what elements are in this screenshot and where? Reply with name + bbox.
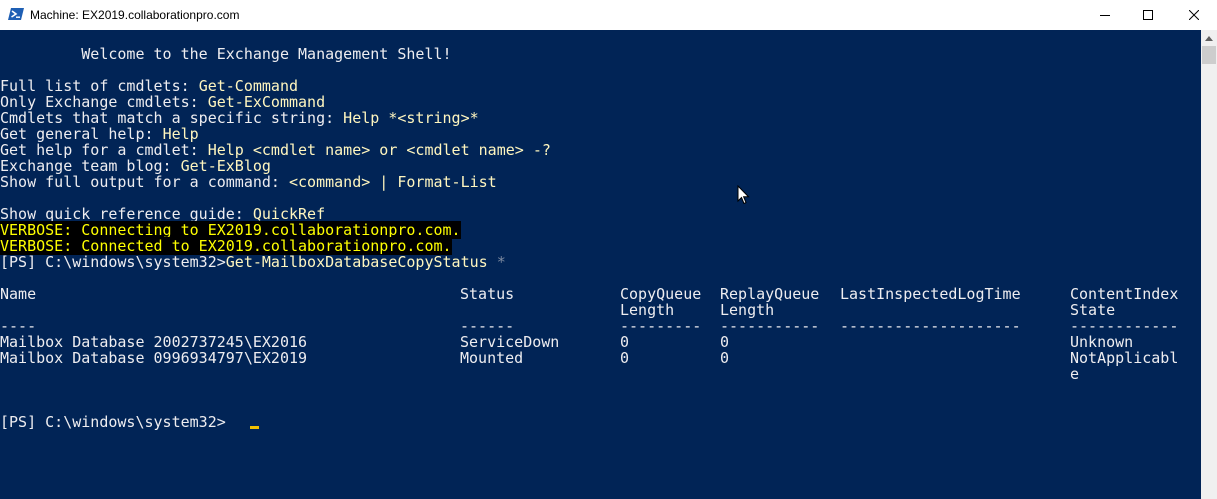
text-cursor <box>250 426 259 429</box>
column-separator: ---- <box>0 317 37 335</box>
scroll-up-button[interactable] <box>1201 30 1217 46</box>
help-line: Only Exchange cmdlets: Get-ExCommand <box>0 94 325 110</box>
verbose-line: VERBOSE: Connected to EX2019.collaborati… <box>0 237 452 255</box>
table-cell-contentindex: Unknown <box>1070 333 1134 351</box>
column-header-contentindex-2: State <box>1070 301 1116 319</box>
table-cell-replayqueue: 0 <box>720 349 730 367</box>
vertical-scrollbar[interactable] <box>1201 30 1217 499</box>
column-header-status: Status <box>460 285 515 303</box>
table-cell-copyqueue: 0 <box>620 349 630 367</box>
prompt: [PS] C:\windows\system32> <box>0 413 226 431</box>
column-separator: ------------ <box>1070 317 1179 335</box>
help-line: Get help for a cmdlet: Help <cmdlet name… <box>0 142 551 158</box>
maximize-button[interactable] <box>1125 0 1171 30</box>
help-line: Exchange team blog: Get-ExBlog <box>0 158 271 174</box>
help-line: Get general help: Help <box>0 126 199 142</box>
column-header-copyqueue-2: Length <box>620 301 675 319</box>
column-separator: -------------------- <box>840 317 1021 335</box>
help-label: Show full output for a command: <box>0 173 289 191</box>
help-command: <command> | Format-List <box>288 173 497 191</box>
help-command: Help *<string>* <box>343 109 479 127</box>
table-cell-status: ServiceDown <box>460 333 560 351</box>
table-cell-contentindex-wrap: e <box>1070 365 1080 383</box>
command-line: [PS] C:\windows\system32>Get-MailboxData… <box>0 254 506 270</box>
column-header-contentindex: ContentIndex <box>1070 285 1179 303</box>
prompt: [PS] C:\windows\system32> <box>0 253 226 271</box>
chevron-up-icon <box>1205 35 1213 41</box>
table-cell-name: Mailbox Database 0996934797\EX2019 <box>0 349 308 367</box>
mouse-pointer-icon <box>737 185 750 205</box>
maximize-icon <box>1143 10 1153 20</box>
column-header-replayqueue: ReplayQueue <box>720 285 820 303</box>
console-output[interactable]: Welcome to the Exchange Management Shell… <box>0 30 1201 499</box>
cmdlet: Get-MailboxDatabaseCopyStatus <box>225 253 488 271</box>
help-line: Cmdlets that match a specific string: He… <box>0 110 479 126</box>
column-separator: --------- <box>620 317 702 335</box>
help-line: Full list of cmdlets: Get-Command <box>0 78 298 94</box>
column-header-copyqueue: CopyQueue <box>620 285 702 303</box>
column-separator: ----------- <box>720 317 820 335</box>
prompt-line: [PS] C:\windows\system32> <box>0 414 226 430</box>
column-separator: ------ <box>460 317 515 335</box>
minimize-icon <box>1100 15 1110 16</box>
close-icon <box>1189 10 1199 20</box>
welcome-banner: Welcome to the Exchange Management Shell… <box>0 45 452 63</box>
table-cell-contentindex: NotApplicabl <box>1070 349 1179 367</box>
close-button[interactable] <box>1171 0 1217 30</box>
column-header-name: Name <box>0 285 37 303</box>
table-cell-copyqueue: 0 <box>620 333 630 351</box>
cmdlet-argument: * <box>496 253 506 271</box>
help-line: Show full output for a command: <command… <box>0 174 497 190</box>
table-cell-replayqueue: 0 <box>720 333 730 351</box>
table-cell-name: Mailbox Database 2002737245\EX2016 <box>0 333 308 351</box>
table-cell-status: Mounted <box>460 349 524 367</box>
title-bar: Machine: EX2019.collaborationpro.com <box>0 0 1217 30</box>
powershell-icon <box>8 8 24 20</box>
column-header-lastinspected: LastInspectedLogTime <box>840 285 1021 303</box>
verbose-line: VERBOSE: Connecting to EX2019.collaborat… <box>0 221 461 239</box>
scroll-thumb[interactable] <box>1202 46 1216 64</box>
minimize-button[interactable] <box>1082 0 1128 30</box>
quickref-line: Show quick reference guide: QuickRef <box>0 206 325 222</box>
window-title: Machine: EX2019.collaborationpro.com <box>30 8 240 22</box>
column-header-replayqueue-2: Length <box>720 301 775 319</box>
